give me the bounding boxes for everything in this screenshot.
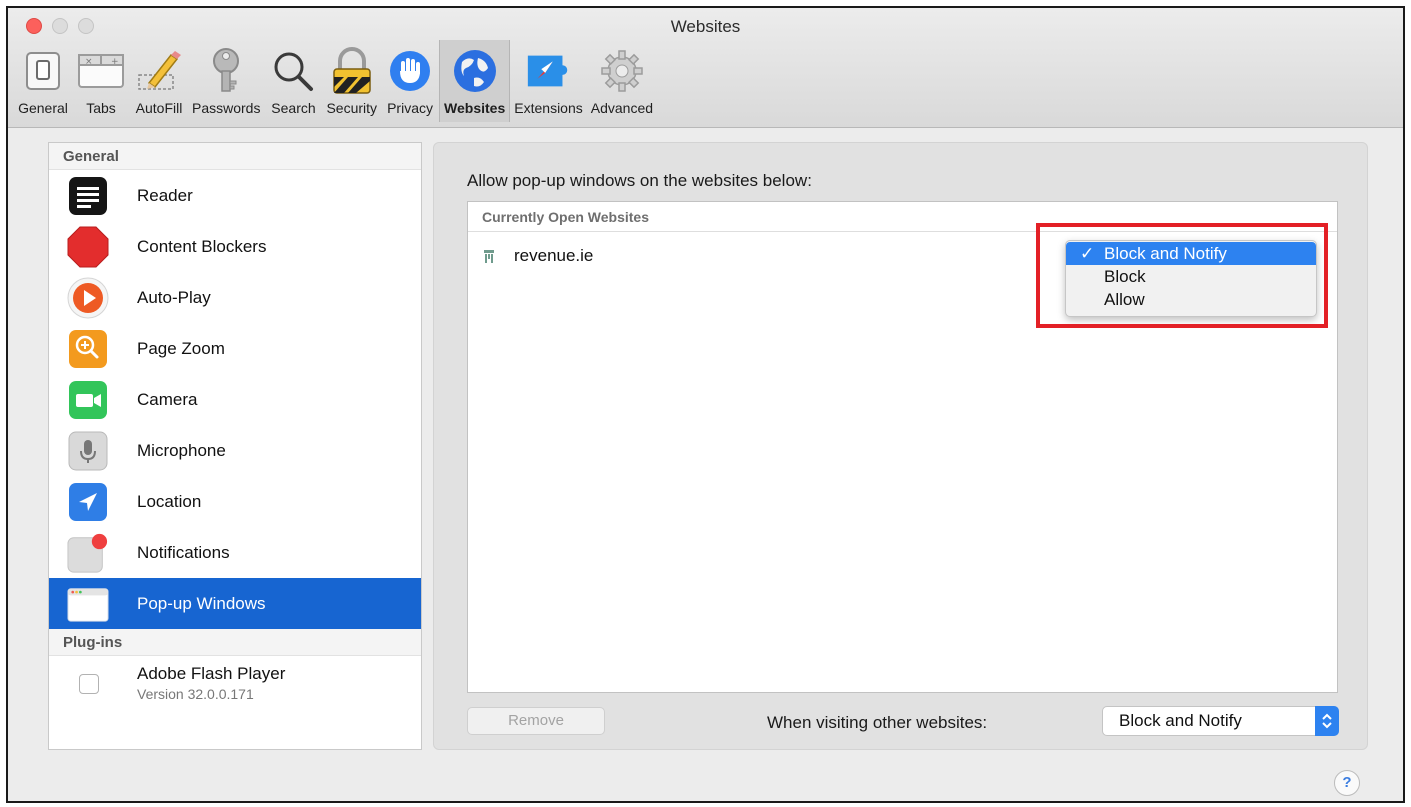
website-name: revenue.ie — [514, 246, 594, 265]
preferences-toolbar: General × + Tabs AutoFill Passwords Sear… — [14, 40, 657, 122]
tab-label: General — [18, 100, 68, 116]
sidebar-item-content-blockers[interactable]: Content Blockers — [49, 221, 421, 272]
annotation-highlight-box — [1036, 223, 1328, 328]
tab-label: Websites — [444, 100, 506, 116]
magnifier-icon — [268, 46, 318, 96]
sidebar-item-label: Reader — [137, 185, 193, 205]
window-title: Websites — [670, 17, 741, 36]
globe-icon — [450, 46, 500, 96]
plugin-version: Version 32.0.0.171 — [137, 686, 254, 702]
remove-button[interactable]: Remove — [467, 707, 605, 735]
pencil-form-icon — [134, 46, 184, 96]
other-websites-label: When visiting other websites: — [767, 713, 988, 732]
preferences-window: Websites General × + Tabs AutoFill Passw… — [6, 6, 1405, 803]
tab-privacy[interactable]: Privacy — [381, 40, 439, 122]
sidebar-group-plugins: Plug-ins — [49, 629, 421, 656]
tab-general[interactable]: General — [14, 40, 72, 122]
select-stepper-icon — [1315, 706, 1339, 736]
stop-sign-icon — [67, 226, 109, 268]
gear-icon — [597, 46, 647, 96]
sidebar-item-location[interactable]: Location — [49, 476, 421, 527]
reader-icon — [67, 175, 109, 217]
popup-window-icon — [67, 583, 109, 625]
sidebar-item-reader[interactable]: Reader — [49, 170, 421, 221]
svg-text:×: × — [85, 57, 93, 67]
tab-websites[interactable]: Websites — [439, 40, 511, 122]
tab-passwords[interactable]: Passwords — [188, 40, 264, 122]
svg-text:+: + — [111, 57, 119, 67]
sidebar-item-label: Auto-Play — [137, 287, 211, 307]
plugin-name: Adobe Flash Player — [137, 664, 286, 683]
sidebar-item-label: Content Blockers — [137, 236, 267, 256]
sidebar-item-notifications[interactable]: Notifications — [49, 527, 421, 578]
tab-label: Privacy — [387, 100, 433, 116]
sidebar-item-label: Camera — [137, 389, 198, 409]
sidebar-item-auto-play[interactable]: Auto-Play — [49, 272, 421, 323]
panel-caption: Allow pop-up windows on the websites bel… — [467, 171, 812, 190]
sidebar-item-label: Notifications — [137, 542, 230, 562]
camera-icon — [67, 379, 109, 421]
sidebar-item-label: Location — [137, 491, 202, 511]
tab-label: Tabs — [86, 100, 116, 116]
sidebar-item-label: Page Zoom — [137, 338, 225, 358]
hand-icon — [385, 46, 435, 96]
tab-label: Passwords — [192, 100, 261, 116]
tab-label: Extensions — [514, 100, 583, 116]
key-icon — [201, 46, 251, 96]
plugin-row-flash: Adobe Flash Player Version 32.0.0.171 — [49, 656, 421, 716]
sidebar-group-general: General — [49, 143, 421, 170]
tab-label: AutoFill — [135, 100, 183, 116]
sidebar-item-label: Pop-up Windows — [137, 593, 266, 613]
notification-badge-icon — [67, 532, 109, 574]
help-button[interactable]: ? — [1334, 770, 1360, 796]
tab-search[interactable]: Search — [264, 40, 322, 122]
sidebar-item-camera[interactable]: Camera — [49, 374, 421, 425]
other-websites-value: Block and Notify — [1119, 711, 1242, 730]
tab-label: Search — [271, 100, 316, 116]
sidebar-item-popup-windows[interactable]: Pop-up Windows — [49, 578, 421, 629]
play-icon — [67, 277, 109, 319]
tabs-icon: × + — [76, 46, 126, 96]
sidebar-item-label: Microphone — [137, 440, 226, 460]
puzzle-compass-icon — [524, 46, 574, 96]
tab-tabs[interactable]: × + Tabs — [72, 40, 130, 122]
tab-extensions[interactable]: Extensions — [510, 40, 586, 122]
tab-label: Advanced — [590, 100, 654, 116]
site-favicon-icon — [484, 250, 494, 263]
location-arrow-icon — [67, 481, 109, 523]
other-websites-select[interactable]: Block and Notify — [1102, 706, 1339, 736]
plugin-enable-checkbox[interactable] — [79, 674, 99, 694]
zoom-icon — [67, 328, 109, 370]
sidebar-item-page-zoom[interactable]: Page Zoom — [49, 323, 421, 374]
general-switch-icon — [18, 46, 68, 96]
tab-advanced[interactable]: Advanced — [587, 40, 657, 122]
title-bar: Websites General × + Tabs AutoFill Passw… — [8, 8, 1403, 128]
settings-sidebar: General Reader Content Blockers Auto-Pla… — [48, 142, 422, 750]
tab-label: Security — [326, 100, 378, 116]
padlock-icon — [327, 46, 377, 96]
tab-autofill[interactable]: AutoFill — [130, 40, 188, 122]
microphone-icon — [67, 430, 109, 472]
sidebar-item-microphone[interactable]: Microphone — [49, 425, 421, 476]
tab-security[interactable]: Security — [322, 40, 381, 122]
website-row[interactable]: revenue.ie — [482, 246, 593, 266]
